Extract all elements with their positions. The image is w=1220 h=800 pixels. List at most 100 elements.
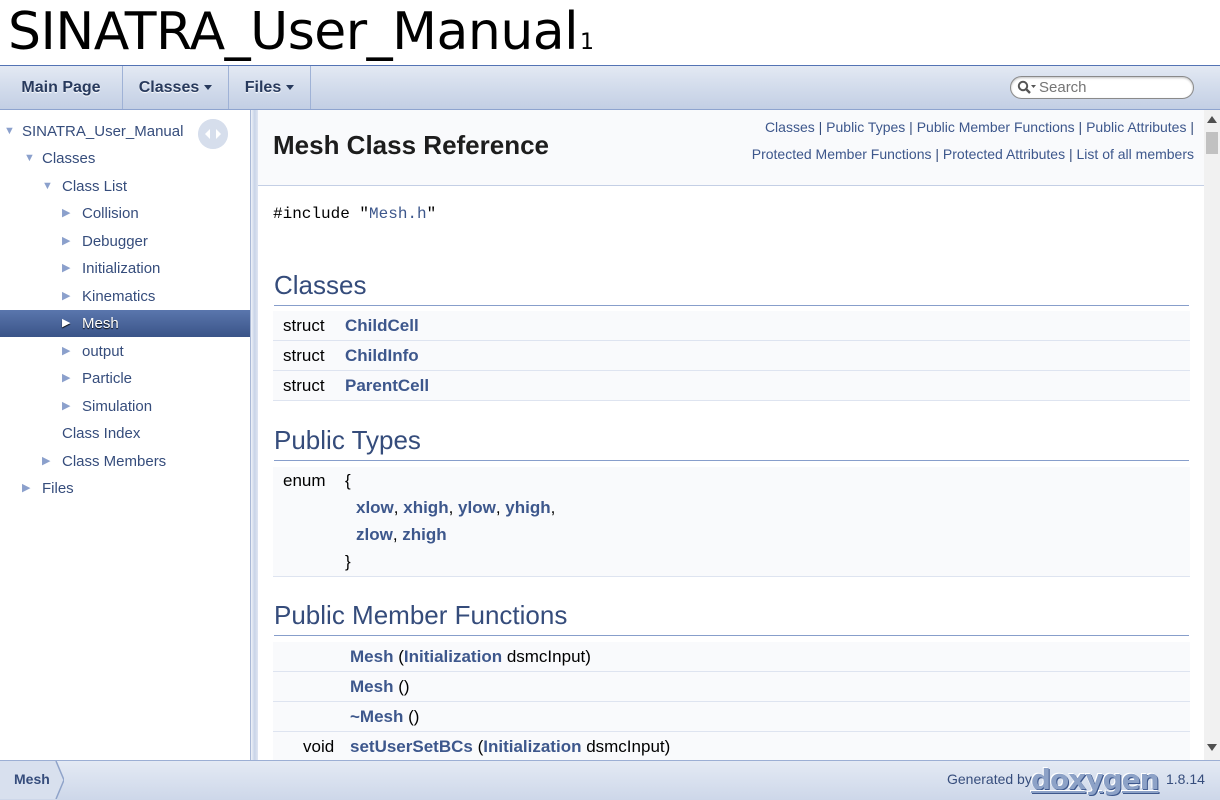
function-link[interactable]: ~Mesh: [350, 707, 403, 726]
param-name: dsmcInput): [581, 737, 671, 756]
project-number: 1: [580, 30, 594, 55]
enum-value-link[interactable]: zlow: [356, 525, 393, 544]
tree-item-label: Mesh: [82, 315, 119, 332]
summary-links: Classes | Public Types | Public Member F…: [634, 114, 1194, 168]
main-navbar: Main Page Classes Files: [0, 66, 1220, 110]
search-input[interactable]: [1039, 78, 1189, 97]
param-type-link[interactable]: Initialization: [404, 647, 502, 666]
resize-splitter[interactable]: [250, 110, 258, 760]
tree-item-files[interactable]: ▶ Files: [0, 475, 250, 502]
tree-item-debugger[interactable]: ▶ Debugger: [0, 228, 250, 255]
tree-item-label: Kinematics: [82, 288, 156, 305]
collapsed-arrow-icon[interactable]: ▶: [42, 448, 50, 475]
generated-by-label: Generated by: [947, 771, 1032, 787]
enum-value-link[interactable]: yhigh: [505, 498, 550, 517]
tree-item-class-index[interactable]: Class Index: [0, 420, 250, 447]
summary-link-protected-member-functions[interactable]: Protected Member Functions: [752, 146, 932, 162]
enum-open-brace: {: [345, 471, 351, 490]
summary-link-public-member-functions[interactable]: Public Member Functions: [917, 119, 1075, 135]
collapsed-arrow-icon[interactable]: ▶: [62, 393, 70, 420]
tree-item-output[interactable]: ▶ output: [0, 338, 250, 365]
class-link[interactable]: ParentCell: [345, 371, 429, 401]
tree-item-label: Particle: [82, 370, 133, 387]
summary-link-public-types[interactable]: Public Types: [826, 119, 905, 135]
summary-link-protected-attributes[interactable]: Protected Attributes: [943, 146, 1065, 162]
separator: |: [818, 119, 823, 135]
nav-classes-label: Classes: [138, 79, 200, 96]
collapsed-arrow-icon[interactable]: ▶: [62, 200, 70, 227]
tree-item-particle[interactable]: ▶ Particle: [0, 365, 250, 392]
function-signature: setUserSetBCs (Initialization dsmcInput): [350, 732, 670, 760]
enum-values-line-2: zlow, zhigh: [356, 525, 447, 544]
side-nav-tree: ▼ SINATRA_User_Manual ▼ Classes ▼ Class …: [0, 110, 250, 760]
tree-item-label: Files: [42, 480, 74, 497]
separator: |: [935, 146, 940, 162]
include-file-link[interactable]: Mesh.h: [369, 205, 427, 223]
summary-link-public-attributes[interactable]: Public Attributes: [1086, 119, 1186, 135]
nav-files-label: Files: [244, 79, 282, 96]
enum-close-brace: }: [345, 552, 351, 571]
function-signature: ~Mesh (): [350, 702, 419, 732]
doxygen-version: 1.8.14: [1166, 771, 1205, 787]
title-area: SINATRA_User_Manual 1: [0, 0, 1220, 66]
nav-main-page[interactable]: Main Page: [0, 66, 123, 109]
scroll-up-arrow-icon[interactable]: [1207, 116, 1217, 123]
tree-item-classes[interactable]: ▼ Classes: [0, 145, 250, 172]
section-public-member-functions: Public Member Functions: [274, 600, 1189, 636]
scroll-thumb[interactable]: [1206, 132, 1218, 154]
tree-item-label: Collision: [82, 205, 139, 222]
project-name: SINATRA_User_Manual: [8, 2, 579, 62]
breadcrumb-label[interactable]: Mesh: [14, 771, 50, 787]
collapsed-arrow-icon[interactable]: ▶: [22, 475, 30, 502]
expanded-arrow-icon[interactable]: ▼: [24, 145, 35, 172]
collapsed-arrow-icon[interactable]: ▶: [62, 228, 70, 255]
nav-files-menu[interactable]: Files: [229, 66, 311, 109]
search-box[interactable]: [1010, 76, 1194, 99]
class-link[interactable]: ChildInfo: [345, 341, 419, 371]
search-icon[interactable]: [1017, 80, 1037, 96]
tree-item-mesh[interactable]: ▶ Mesh: [0, 310, 250, 337]
tree-item-label: Class Index: [62, 425, 141, 442]
collapsed-arrow-icon[interactable]: ▶: [62, 283, 70, 310]
collapsed-arrow-icon[interactable]: ▶: [62, 310, 70, 337]
enum-value-link[interactable]: ylow: [458, 498, 496, 517]
tree-item-class-list[interactable]: ▼ Class List: [0, 173, 250, 200]
param-type-link[interactable]: Initialization: [483, 737, 581, 756]
enum-value-link[interactable]: zhigh: [402, 525, 446, 544]
tree-item-label: Class List: [62, 178, 128, 195]
class-type: struct: [283, 376, 325, 395]
tree-item-collision[interactable]: ▶ Collision: [0, 200, 250, 227]
function-link[interactable]: Mesh: [350, 677, 393, 696]
class-type: struct: [283, 346, 325, 365]
tree-item-label: Classes: [42, 150, 96, 167]
tree-item-label: output: [82, 343, 124, 360]
enum-value-link[interactable]: xlow: [356, 498, 394, 517]
summary-link-classes[interactable]: Classes: [765, 119, 815, 135]
caret-down-icon: [286, 85, 295, 91]
scroll-down-arrow-icon[interactable]: [1207, 744, 1217, 751]
class-link[interactable]: ChildCell: [345, 311, 419, 341]
function-link[interactable]: Mesh: [350, 647, 393, 666]
tree-item-class-members[interactable]: ▶ Class Members: [0, 448, 250, 475]
nav-classes-menu[interactable]: Classes: [123, 66, 229, 109]
collapsed-arrow-icon[interactable]: ▶: [62, 338, 70, 365]
table-row: struct ChildInfo: [273, 341, 1190, 371]
collapsed-arrow-icon[interactable]: ▶: [62, 255, 70, 282]
summary-link-all-members[interactable]: List of all members: [1077, 146, 1194, 162]
doxygen-logo[interactable]: doxygen: [1031, 763, 1160, 796]
collapsed-arrow-icon[interactable]: ▶: [62, 365, 70, 392]
nav-main-page-label: Main Page: [21, 79, 101, 96]
function-signature: Mesh (Initialization dsmcInput): [350, 642, 591, 672]
include-prefix: #include ": [273, 205, 370, 223]
enum-value-link[interactable]: xhigh: [403, 498, 448, 517]
tree-item-label: Class Members: [62, 453, 167, 470]
expanded-arrow-icon[interactable]: ▼: [4, 118, 15, 145]
tree-item-initialization[interactable]: ▶ Initialization: [0, 255, 250, 282]
tree-item-kinematics[interactable]: ▶ Kinematics: [0, 283, 250, 310]
function-link[interactable]: setUserSetBCs: [350, 737, 473, 756]
vertical-scrollbar[interactable]: [1204, 110, 1220, 760]
tree-item-simulation[interactable]: ▶ Simulation: [0, 393, 250, 420]
expanded-arrow-icon[interactable]: ▼: [42, 173, 53, 200]
table-row: void setUserSetBCs (Initialization dsmcI…: [273, 732, 1190, 760]
param-name: dsmcInput): [502, 647, 591, 666]
